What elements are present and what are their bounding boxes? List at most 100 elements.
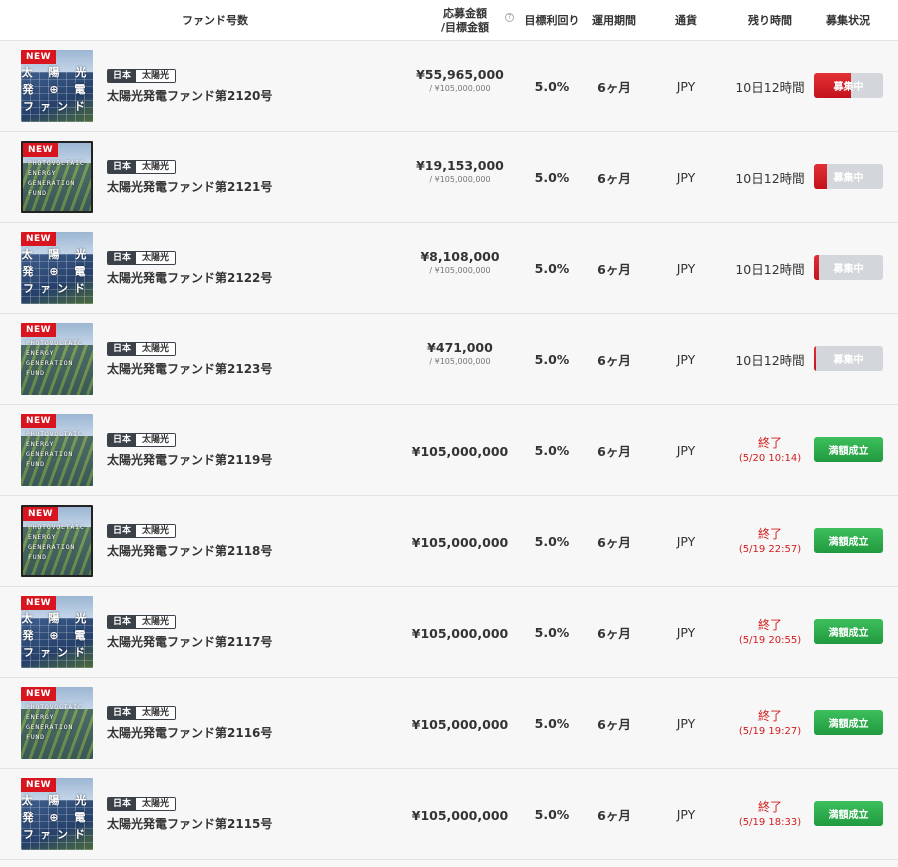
fund-row[interactable]: PHOTOVOLTAIC ENERGY GENERATION FUND NEW … [0, 678, 898, 769]
amount-cell: ¥8,108,000 / ¥105,000,000 [395, 249, 525, 275]
period-value: 6ヶ月 [597, 171, 631, 186]
remaining-time: 10日12時間 [735, 262, 805, 277]
fund-tags: 日本 太陽光 [107, 524, 177, 538]
yield-value: 5.0% [534, 716, 570, 731]
fund-row[interactable]: PHOTOVOLTAIC ENERGY GENERATION FUND NEW … [0, 132, 898, 223]
remaining-cell: 終了 (5/19 20:55) [728, 587, 812, 678]
help-icon[interactable]: ? [505, 13, 514, 22]
fund-thumbnail[interactable]: PHOTOVOLTAIC ENERGY GENERATION FUND NEW [21, 505, 93, 577]
fund-thumbnail[interactable]: 太 陽 光 発 ⊕ 電 ファンド NEW [21, 50, 93, 122]
fund-row[interactable]: PHOTOVOLTAIC ENERGY GENERATION FUND NEW … [0, 405, 898, 496]
remaining-time: 10日12時間 [735, 80, 805, 95]
new-badge: NEW [21, 687, 57, 701]
ended-label: 終了 (5/19 18:33) [739, 800, 801, 830]
fund-name-link[interactable]: 太陽光発電ファンド第2115号 [107, 815, 272, 832]
amount-cell: ¥19,153,000 / ¥105,000,000 [395, 158, 525, 184]
status-label: 満額成立 [828, 537, 869, 548]
thumb-title: PHOTOVOLTAIC ENERGY GENERATION FUND [28, 523, 85, 561]
remaining-cell: 終了 (5/19 22:57) [728, 496, 812, 587]
yield-value: 5.0% [534, 534, 570, 549]
amount-cell: ¥105,000,000 [395, 808, 525, 823]
status-badge[interactable]: 募集中 [814, 164, 883, 189]
fund-thumbnail[interactable]: 太 陽 光 発 ⊕ 電 ファンド NEW [21, 778, 93, 850]
remaining-cell: 10日12時間 [728, 223, 812, 314]
thumb-title: PHOTOVOLTAIC ENERGY GENERATION FUND [26, 703, 83, 741]
fund-row[interactable]: 太 陽 光 発 ⊕ 電 ファンド NEW 日本 太陽光 太陽光発電ファンド第21… [0, 587, 898, 678]
new-badge: NEW [21, 414, 57, 428]
progress-fill [814, 346, 817, 371]
yield-value: 5.0% [534, 79, 570, 94]
country-tag: 日本 [108, 70, 137, 82]
ended-text: 終了 [757, 617, 782, 632]
status-label: 募集中 [833, 264, 864, 275]
fund-name-link[interactable]: 太陽光発電ファンド第2117号 [107, 633, 272, 650]
thumb-title: 太 陽 光 発 ⊕ 電 ファンド [21, 248, 93, 295]
yield-value: 5.0% [534, 261, 570, 276]
fund-thumbnail[interactable]: PHOTOVOLTAIC ENERGY GENERATION FUND NEW [21, 414, 93, 486]
applied-amount: ¥105,000,000 [411, 444, 509, 459]
amount-cell: ¥105,000,000 [395, 626, 525, 641]
remaining-cell: 10日12時間 [728, 132, 812, 223]
fund-name-link[interactable]: 太陽光発電ファンド第2120号 [107, 87, 272, 104]
fund-name-link[interactable]: 太陽光発電ファンド第2121号 [107, 178, 272, 195]
ended-label: 終了 (5/19 22:57) [739, 527, 801, 557]
currency-value: JPY [676, 443, 696, 458]
yield-value: 5.0% [534, 443, 570, 458]
applied-amount: ¥55,965,000 [416, 67, 504, 82]
status-label: 満額成立 [828, 810, 869, 821]
status-label: 満額成立 [828, 628, 869, 639]
fund-row[interactable]: PHOTOVOLTAIC ENERGY GENERATION FUND NEW … [0, 496, 898, 587]
new-badge: NEW [23, 507, 59, 521]
fund-tags: 日本 太陽光 [107, 251, 177, 265]
status-label: 満額成立 [828, 719, 869, 730]
status-label: 募集中 [833, 355, 864, 366]
applied-amount: ¥105,000,000 [411, 626, 509, 641]
remaining-time-header: 残り時間 [748, 13, 792, 27]
fund-thumbnail[interactable]: 太 陽 光 発 ⊕ 電 ファンド NEW [21, 232, 93, 304]
country-tag: 日本 [108, 434, 137, 446]
period-value: 6ヶ月 [597, 717, 631, 732]
target-amount: / ¥105,000,000 [429, 175, 491, 184]
period-value: 6ヶ月 [597, 353, 631, 368]
currency-value: JPY [676, 534, 696, 549]
fund-name-link[interactable]: 太陽光発電ファンド第2119号 [107, 451, 272, 468]
applied-amount: ¥105,000,000 [411, 717, 509, 732]
ended-text: 終了 [757, 526, 782, 541]
status-badge[interactable]: 募集中 [814, 73, 883, 98]
fund-name-link[interactable]: 太陽光発電ファンド第2122号 [107, 269, 272, 286]
fund-name-link[interactable]: 太陽光発電ファンド第2118号 [107, 542, 272, 559]
fund-thumbnail[interactable]: PHOTOVOLTAIC ENERGY GENERATION FUND NEW [21, 687, 93, 759]
status-badge[interactable]: 満額成立 [814, 619, 883, 644]
fund-thumbnail[interactable]: PHOTOVOLTAIC ENERGY GENERATION FUND NEW [21, 141, 93, 213]
country-tag: 日本 [108, 707, 137, 719]
fund-name-link[interactable]: 太陽光発電ファンド第2116号 [107, 724, 272, 741]
fund-row[interactable]: PHOTOVOLTAIC ENERGY GENERATION FUND NEW … [0, 314, 898, 405]
status-badge[interactable]: 満額成立 [814, 710, 883, 735]
fund-thumbnail[interactable]: 太 陽 光 発 ⊕ 電 ファンド NEW [21, 596, 93, 668]
status-badge[interactable]: 募集中 [814, 255, 883, 280]
currency-value: JPY [676, 261, 696, 276]
country-tag: 日本 [108, 252, 137, 264]
type-tag: 太陽光 [136, 70, 176, 82]
fund-thumbnail[interactable]: PHOTOVOLTAIC ENERGY GENERATION FUND NEW [21, 323, 93, 395]
fund-tags: 日本 太陽光 [107, 69, 177, 83]
status-badge[interactable]: 満額成立 [814, 437, 883, 462]
ended-date: (5/19 19:27) [738, 725, 802, 737]
status-badge[interactable]: 募集中 [814, 346, 883, 371]
status-badge[interactable]: 満額成立 [814, 528, 883, 553]
fund-number-header: ファンド号数 [182, 13, 248, 27]
fund-row[interactable]: 太 陽 光 発 ⊕ 電 ファンド NEW 日本 太陽光 太陽光発電ファンド第21… [0, 223, 898, 314]
period-header: 運用期間 [592, 13, 636, 27]
status-badge[interactable]: 満額成立 [814, 801, 883, 826]
fund-row[interactable]: 太 陽 光 発 ⊕ 電 ファンド NEW 日本 太陽光 太陽光発電ファンド第21… [0, 41, 898, 132]
status-label: 募集中 [833, 82, 864, 93]
new-badge: NEW [21, 50, 57, 64]
remaining-cell: 10日12時間 [728, 314, 812, 405]
country-tag: 日本 [108, 525, 137, 537]
fund-name-link[interactable]: 太陽光発電ファンド第2123号 [107, 360, 272, 377]
country-tag: 日本 [108, 161, 137, 173]
remaining-cell: 終了 (5/19 18:33) [728, 769, 812, 860]
fund-row[interactable]: 太 陽 光 発 ⊕ 電 ファンド NEW 日本 太陽光 太陽光発電ファンド第21… [0, 769, 898, 860]
type-tag: 太陽光 [136, 343, 176, 355]
thumb-title: PHOTOVOLTAIC ENERGY GENERATION FUND [26, 339, 83, 377]
